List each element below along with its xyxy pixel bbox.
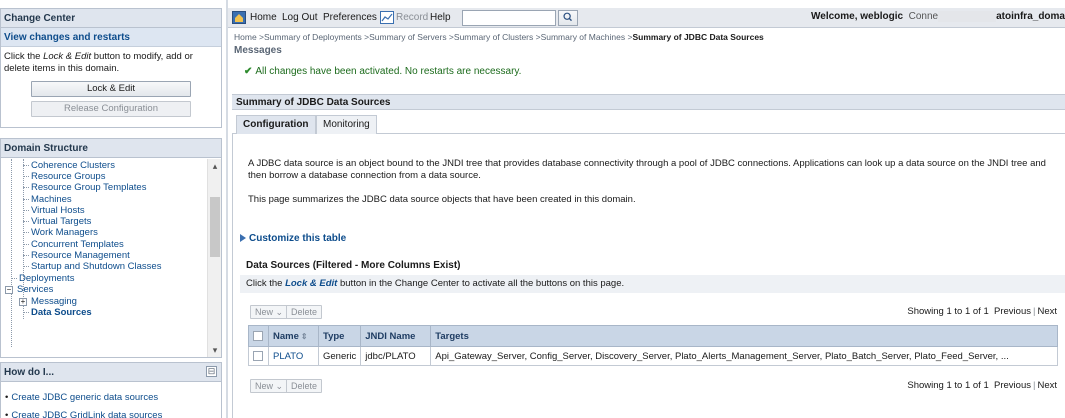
tree-item-resource-groups[interactable]: Resource Groups bbox=[31, 171, 105, 182]
home-icon[interactable] bbox=[232, 11, 246, 24]
table-header-row: Name ⇕ Type JNDI Name Targets bbox=[248, 325, 1058, 347]
how-do-i-panel: How do I... ⊟ Create JDBC generic data s… bbox=[0, 362, 222, 418]
how-do-i-link[interactable]: Create JDBC generic data sources bbox=[5, 392, 217, 404]
tree-item-resource-group-templates[interactable]: Resource Group Templates bbox=[31, 182, 146, 193]
record-link[interactable]: Record bbox=[396, 11, 428, 24]
scroll-up-icon[interactable]: ▴ bbox=[208, 159, 222, 173]
tree-item-machines[interactable]: Machines bbox=[31, 194, 72, 205]
data-sources-table: Name ⇕ Type JNDI Name Targets PLATO Gener… bbox=[248, 325, 1058, 366]
home-link[interactable]: Home bbox=[250, 11, 277, 24]
top-toolbar: Home Log Out Preferences Record Help Wel… bbox=[228, 8, 1065, 28]
table-row: PLATO Generic jdbc/PLATO Api_Gateway_Ser… bbox=[248, 346, 1058, 366]
success-message: ✔ All changes have been activated. No res… bbox=[244, 66, 522, 77]
new-button-bottom[interactable]: New ⌄ bbox=[250, 379, 289, 393]
column-header-type[interactable]: Type bbox=[317, 325, 362, 347]
tab-bar: Configuration Monitoring bbox=[232, 112, 1065, 134]
tree-item-concurrent-templates[interactable]: Concurrent Templates bbox=[31, 239, 124, 250]
tree-expander-services[interactable]: − bbox=[5, 284, 13, 295]
tree-item-messaging[interactable]: Messaging bbox=[31, 296, 77, 307]
delete-button[interactable]: Delete bbox=[286, 305, 323, 319]
description-text: A JDBC data source is an object bound to… bbox=[248, 158, 1046, 181]
search-button[interactable] bbox=[558, 10, 578, 26]
tab-monitoring[interactable]: Monitoring bbox=[316, 115, 377, 134]
tree-connector bbox=[23, 159, 24, 319]
logout-link[interactable]: Log Out bbox=[282, 11, 318, 24]
preferences-link[interactable]: Preferences bbox=[323, 11, 377, 24]
help-link[interactable]: Help bbox=[430, 11, 451, 24]
domain-structure-title: Domain Structure bbox=[1, 139, 221, 158]
tree-item-work-managers[interactable]: Work Managers bbox=[31, 227, 98, 238]
row-checkbox[interactable] bbox=[253, 350, 263, 361]
expand-icon: + bbox=[19, 297, 27, 306]
customize-table-link[interactable]: Customize this table bbox=[240, 233, 346, 244]
pagination: Showing 1 to 1 of 1 Previous | Next bbox=[907, 306, 1057, 317]
lock-edit-button[interactable]: Lock & Edit bbox=[31, 81, 191, 97]
previous-link[interactable]: Previous bbox=[994, 306, 1031, 317]
data-sources-title: Data Sources (Filtered - More Columns Ex… bbox=[246, 260, 461, 271]
collapse-icon: − bbox=[5, 285, 13, 294]
how-do-i-link[interactable]: Create JDBC GridLink data sources bbox=[5, 410, 217, 418]
row-jndi-name: jdbc/PLATO bbox=[360, 346, 432, 366]
redacted-area bbox=[938, 11, 997, 22]
scroll-thumb[interactable] bbox=[210, 197, 220, 257]
select-all-checkbox[interactable] bbox=[253, 330, 263, 341]
tree-scrollbar[interactable]: ▴ ▾ bbox=[207, 159, 221, 357]
tree-item-resource-management[interactable]: Resource Management bbox=[31, 250, 130, 261]
scroll-down-icon[interactable]: ▾ bbox=[208, 343, 222, 357]
content-border bbox=[232, 134, 233, 418]
sort-icon[interactable]: ⇕ bbox=[301, 332, 308, 341]
expand-triangle-icon bbox=[240, 234, 246, 243]
column-header-targets[interactable]: Targets bbox=[430, 325, 1058, 347]
column-header-jndi-name[interactable]: JNDI Name bbox=[360, 325, 432, 347]
pagination-bottom: Showing 1 to 1 of 1 Previous | Next bbox=[907, 380, 1057, 391]
delete-button-bottom[interactable]: Delete bbox=[286, 379, 323, 393]
tree-item-virtual-hosts[interactable]: Virtual Hosts bbox=[31, 205, 85, 216]
tree-item-virtual-targets[interactable]: Virtual Targets bbox=[31, 216, 91, 227]
new-button[interactable]: New ⌄ bbox=[250, 305, 289, 319]
welcome-text: Welcome, weblogic Conne atoinfra_doma bbox=[811, 11, 1065, 23]
release-configuration-button[interactable]: Release Configuration bbox=[31, 101, 191, 117]
tree-item-startup-shutdown-classes[interactable]: Startup and Shutdown Classes bbox=[31, 261, 161, 272]
column-divider bbox=[226, 0, 228, 418]
search-icon bbox=[563, 12, 572, 22]
row-name[interactable]: PLATO bbox=[268, 346, 319, 366]
next-link[interactable]: Next bbox=[1037, 380, 1057, 391]
activation-hint: Click the Lock & Edit button in the Chan… bbox=[240, 275, 1065, 293]
change-center-title: Change Center bbox=[1, 9, 221, 28]
how-do-i-list: Create JDBC generic data sources Create … bbox=[1, 382, 221, 418]
record-icon[interactable] bbox=[380, 11, 394, 24]
breadcrumb: Home >Summary of Deployments >Summary of… bbox=[234, 32, 764, 42]
change-center-panel: Change Center View changes and restarts … bbox=[0, 8, 222, 128]
how-do-i-title: How do I... bbox=[1, 363, 221, 382]
collapse-panel-icon[interactable]: ⊟ bbox=[206, 366, 217, 377]
left-column: Change Center View changes and restarts … bbox=[0, 0, 226, 418]
change-center-instructions: Click the Lock & Edit button to modify, … bbox=[4, 51, 193, 74]
tree-item-deployments[interactable]: Deployments bbox=[19, 273, 74, 284]
view-changes-link[interactable]: View changes and restarts bbox=[1, 28, 221, 47]
row-targets: Api_Gateway_Server, Config_Server, Disco… bbox=[430, 346, 1058, 366]
tree-item-data-sources[interactable]: Data Sources bbox=[31, 307, 92, 318]
domain-structure-panel: Domain Structure Coherence Clusters Reso… bbox=[0, 138, 222, 358]
next-link[interactable]: Next bbox=[1037, 306, 1057, 317]
tree-item-services[interactable]: Services bbox=[17, 284, 53, 295]
row-type: Generic bbox=[317, 346, 362, 366]
column-header-name[interactable]: Name ⇕ bbox=[268, 325, 319, 347]
previous-link[interactable]: Previous bbox=[994, 380, 1031, 391]
messages-label: Messages bbox=[234, 45, 282, 56]
search-input[interactable] bbox=[462, 10, 556, 26]
page-title: Summary of JDBC Data Sources bbox=[232, 94, 1065, 110]
tab-configuration[interactable]: Configuration bbox=[236, 115, 316, 134]
select-all-cell[interactable] bbox=[248, 325, 269, 347]
checkmark-icon: ✔ bbox=[244, 66, 253, 77]
tree-item-coherence-clusters[interactable]: Coherence Clusters bbox=[31, 160, 115, 171]
domain-tree: Coherence Clusters Resource Groups Resou… bbox=[1, 159, 207, 357]
tree-connector bbox=[11, 159, 12, 347]
summary-text: This page summarizes the JDBC data sourc… bbox=[248, 194, 636, 205]
tree-expander-messaging[interactable]: + bbox=[19, 296, 27, 307]
row-select-cell[interactable] bbox=[248, 346, 269, 366]
